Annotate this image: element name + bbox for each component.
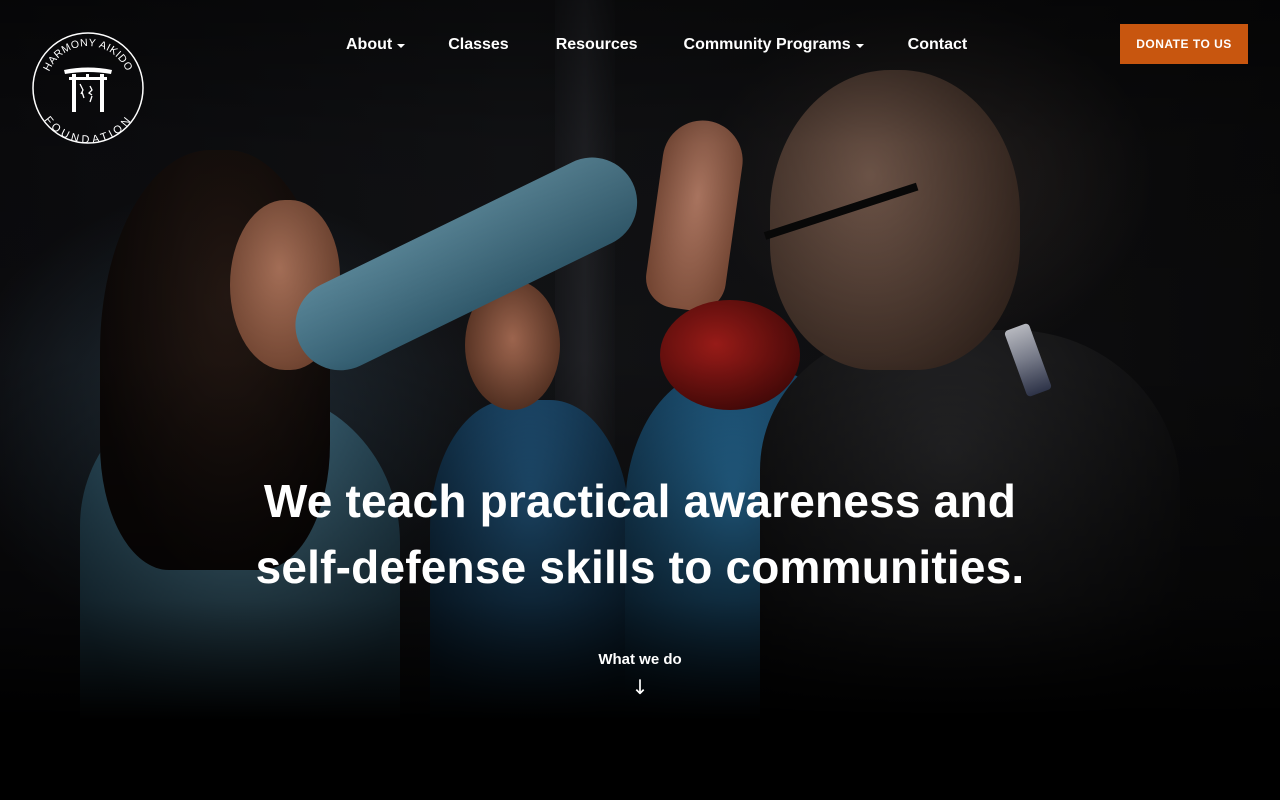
nav-item-about-label: About	[346, 36, 393, 53]
caret-down-icon	[855, 44, 864, 48]
nav-item-classes-label: Classes	[448, 36, 509, 53]
torii-gate-icon: HARMONY AIKIDO FOUNDATION	[32, 32, 144, 144]
nav-item-classes[interactable]: Classes	[448, 36, 509, 54]
donate-button[interactable]: DONATE TO US	[1120, 24, 1248, 64]
arrow-down-icon: ↓	[631, 675, 649, 699]
nav-item-community-programs[interactable]: Community Programs	[684, 36, 864, 54]
main-nav: About Classes Resources Community Progra…	[346, 32, 967, 58]
nav-item-resources[interactable]: Resources	[556, 36, 638, 54]
nav-item-community-programs-label: Community Programs	[683, 36, 851, 53]
site-logo[interactable]: HARMONY AIKIDO FOUNDATION	[32, 32, 144, 144]
nav-item-contact[interactable]: Contact	[908, 36, 968, 54]
hero-headline-line-2: self-defense skills to communities.	[255, 541, 1025, 593]
what-we-do-link[interactable]: What we do ↓	[540, 648, 740, 700]
nav-item-contact-label: Contact	[907, 36, 968, 53]
caret-down-icon	[397, 44, 406, 48]
hero-headline-line-1: We teach practical awareness and	[263, 475, 1017, 527]
hero-headline: We teach practical awareness and self-de…	[240, 468, 1040, 600]
hero-section: HARMONY AIKIDO FOUNDATION About Classes …	[0, 0, 1280, 800]
svg-text:FOUNDATION: FOUNDATION	[42, 114, 135, 144]
nav-item-about[interactable]: About	[346, 36, 406, 54]
nav-item-resources-label: Resources	[555, 36, 638, 53]
what-we-do-label: What we do	[598, 651, 682, 668]
